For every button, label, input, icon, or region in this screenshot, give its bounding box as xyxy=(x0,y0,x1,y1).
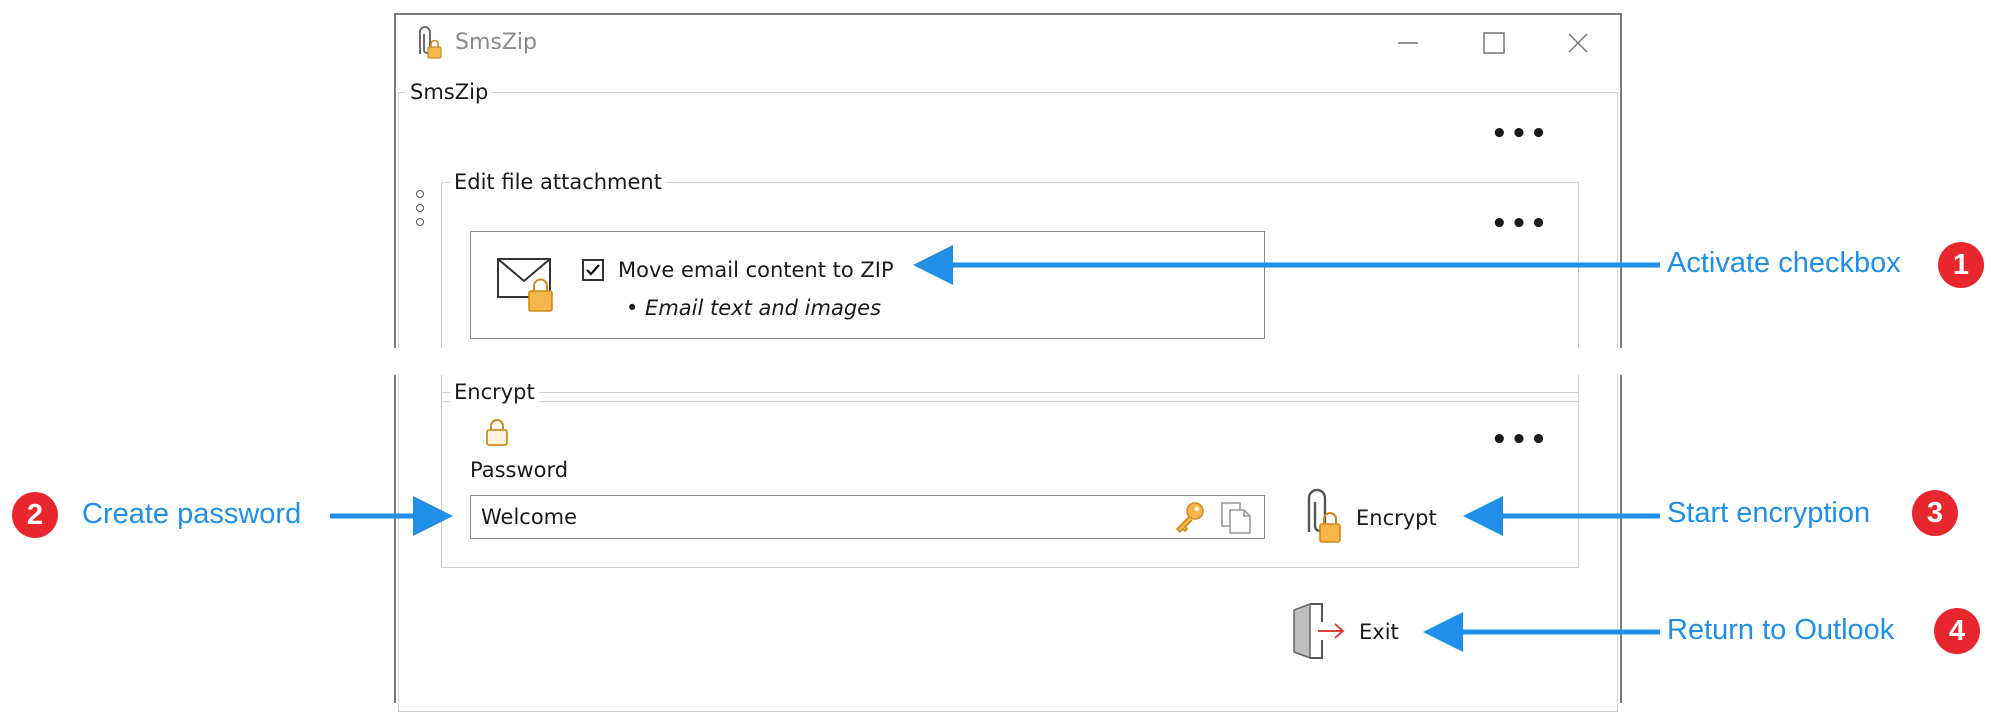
annotation-arrows xyxy=(330,245,1660,652)
badge-4: 4 xyxy=(1934,608,1980,654)
badge-2: 2 xyxy=(12,492,58,538)
callout-activate-checkbox: Activate checkbox xyxy=(1667,247,1901,279)
callout-start-encryption: Start encryption xyxy=(1667,497,1871,529)
callout-return-to-outlook: Return to Outlook xyxy=(1667,614,1895,646)
badge-3: 3 xyxy=(1912,490,1958,536)
badge-1: 1 xyxy=(1938,242,1984,288)
callout-create-password: Create password xyxy=(82,498,302,530)
